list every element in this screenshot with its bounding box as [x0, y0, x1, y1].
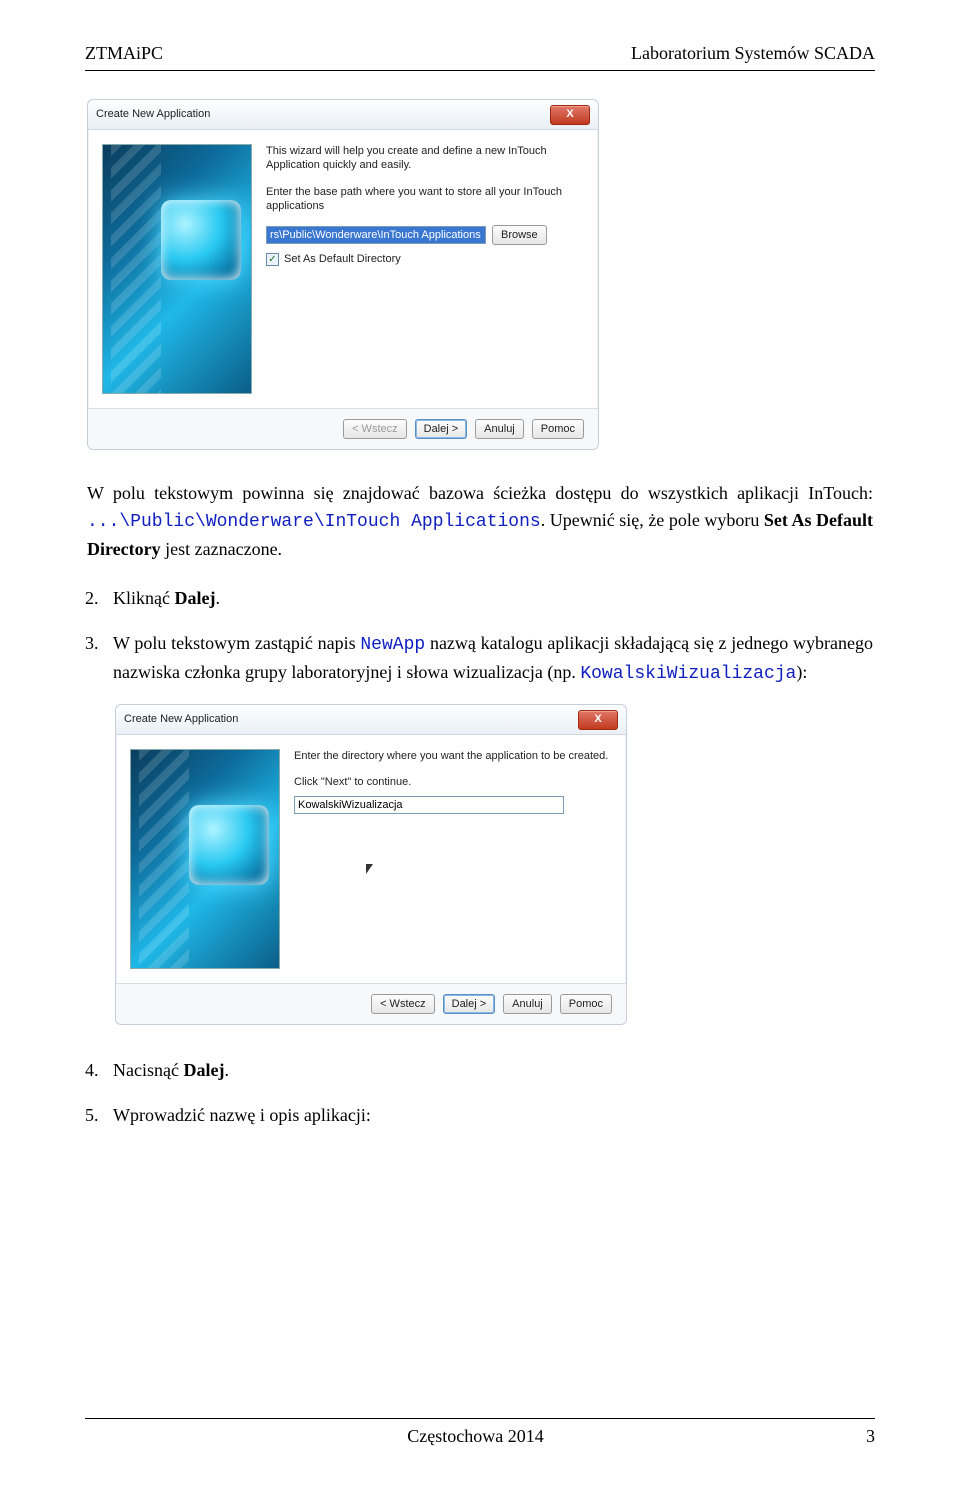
wizard-side-image [130, 749, 280, 969]
s3-code2: KowalskiWizualizacja [580, 664, 796, 684]
s4-b1: Dalej [183, 1060, 224, 1080]
check-icon[interactable]: ✓ [266, 253, 279, 266]
paragraph-1: W polu tekstowym powinna się znajdować b… [87, 480, 873, 563]
s5-t1: Wprowadzić nazwę i opis aplikacji: [113, 1105, 371, 1125]
p1-t3: jest zaznaczone. [161, 539, 282, 559]
close-icon[interactable]: X [550, 105, 590, 125]
back-button[interactable]: < Wstecz [371, 994, 435, 1014]
mouse-cursor-icon [364, 864, 374, 878]
next-button[interactable]: Dalej > [415, 419, 468, 439]
s3-code1: NewApp [360, 635, 425, 655]
p1-t2: . Upewnić się, że pole wyboru [541, 510, 764, 530]
dialog2-intro1: Enter the directory where you want the a… [294, 749, 612, 763]
s2-t2: . [215, 588, 220, 608]
s4-t1: Nacisnąć [113, 1060, 183, 1080]
step-2: Kliknąć Dalej. [113, 585, 873, 612]
dialog2-titlebar: Create New Application X [116, 705, 626, 735]
browse-button[interactable]: Browse [492, 225, 547, 245]
default-dir-checkbox-row[interactable]: ✓ Set As Default Directory [266, 251, 584, 268]
s3-t1: W polu tekstowym zastąpić napis [113, 633, 360, 653]
help-button[interactable]: Pomoc [532, 419, 584, 439]
cancel-button[interactable]: Anuluj [475, 419, 524, 439]
next-button[interactable]: Dalej > [443, 994, 496, 1014]
step-3: W polu tekstowym zastąpić napis NewApp n… [113, 630, 873, 1025]
dialog2-footer: < Wstecz Dalej > Anuluj Pomoc [116, 983, 626, 1024]
directory-input[interactable] [294, 796, 564, 814]
dialog1-intro1: This wizard will help you create and def… [266, 144, 584, 173]
close-icon[interactable]: X [578, 710, 618, 730]
wizard-side-image [102, 144, 252, 394]
s2-b1: Dalej [174, 588, 215, 608]
step-4: Nacisnąć Dalej. [113, 1057, 873, 1084]
help-button[interactable]: Pomoc [560, 994, 612, 1014]
dialog-create-app-2: Create New Application X Enter the direc… [115, 704, 627, 1025]
dialog2-intro2: Click "Next" to continue. [294, 775, 612, 789]
step-5: Wprowadzić nazwę i opis aplikacji: [113, 1102, 873, 1129]
header-right: Laboratorium Systemów SCADA [631, 40, 875, 67]
back-button[interactable]: < Wstecz [343, 419, 407, 439]
dialog1-intro2: Enter the base path where you want to st… [266, 185, 584, 214]
dialog2-title-text: Create New Application [124, 711, 238, 728]
p1-code: ...\Public\Wonderware\InTouch Applicatio… [87, 512, 541, 532]
default-dir-label: Set As Default Directory [284, 251, 401, 268]
header-left: ZTMAiPC [85, 40, 163, 67]
s3-t3: ): [796, 662, 807, 682]
page-number: 3 [866, 1423, 875, 1450]
dialog1-footer: < Wstecz Dalej > Anuluj Pomoc [88, 408, 598, 449]
dialog1-titlebar: Create New Application X [88, 100, 598, 130]
path-input[interactable] [266, 226, 486, 244]
footer-rule [85, 1418, 875, 1419]
header-rule [85, 70, 875, 71]
s4-t2: . [224, 1060, 229, 1080]
s2-t1: Kliknąć [113, 588, 174, 608]
footer-center: Częstochowa 2014 [407, 1423, 543, 1450]
dialog1-title-text: Create New Application [96, 106, 210, 123]
dialog-create-app-1: Create New Application X This wizard wil… [87, 99, 599, 450]
p1-t1: W polu tekstowym powinna się znajdować b… [87, 483, 873, 503]
cancel-button[interactable]: Anuluj [503, 994, 552, 1014]
